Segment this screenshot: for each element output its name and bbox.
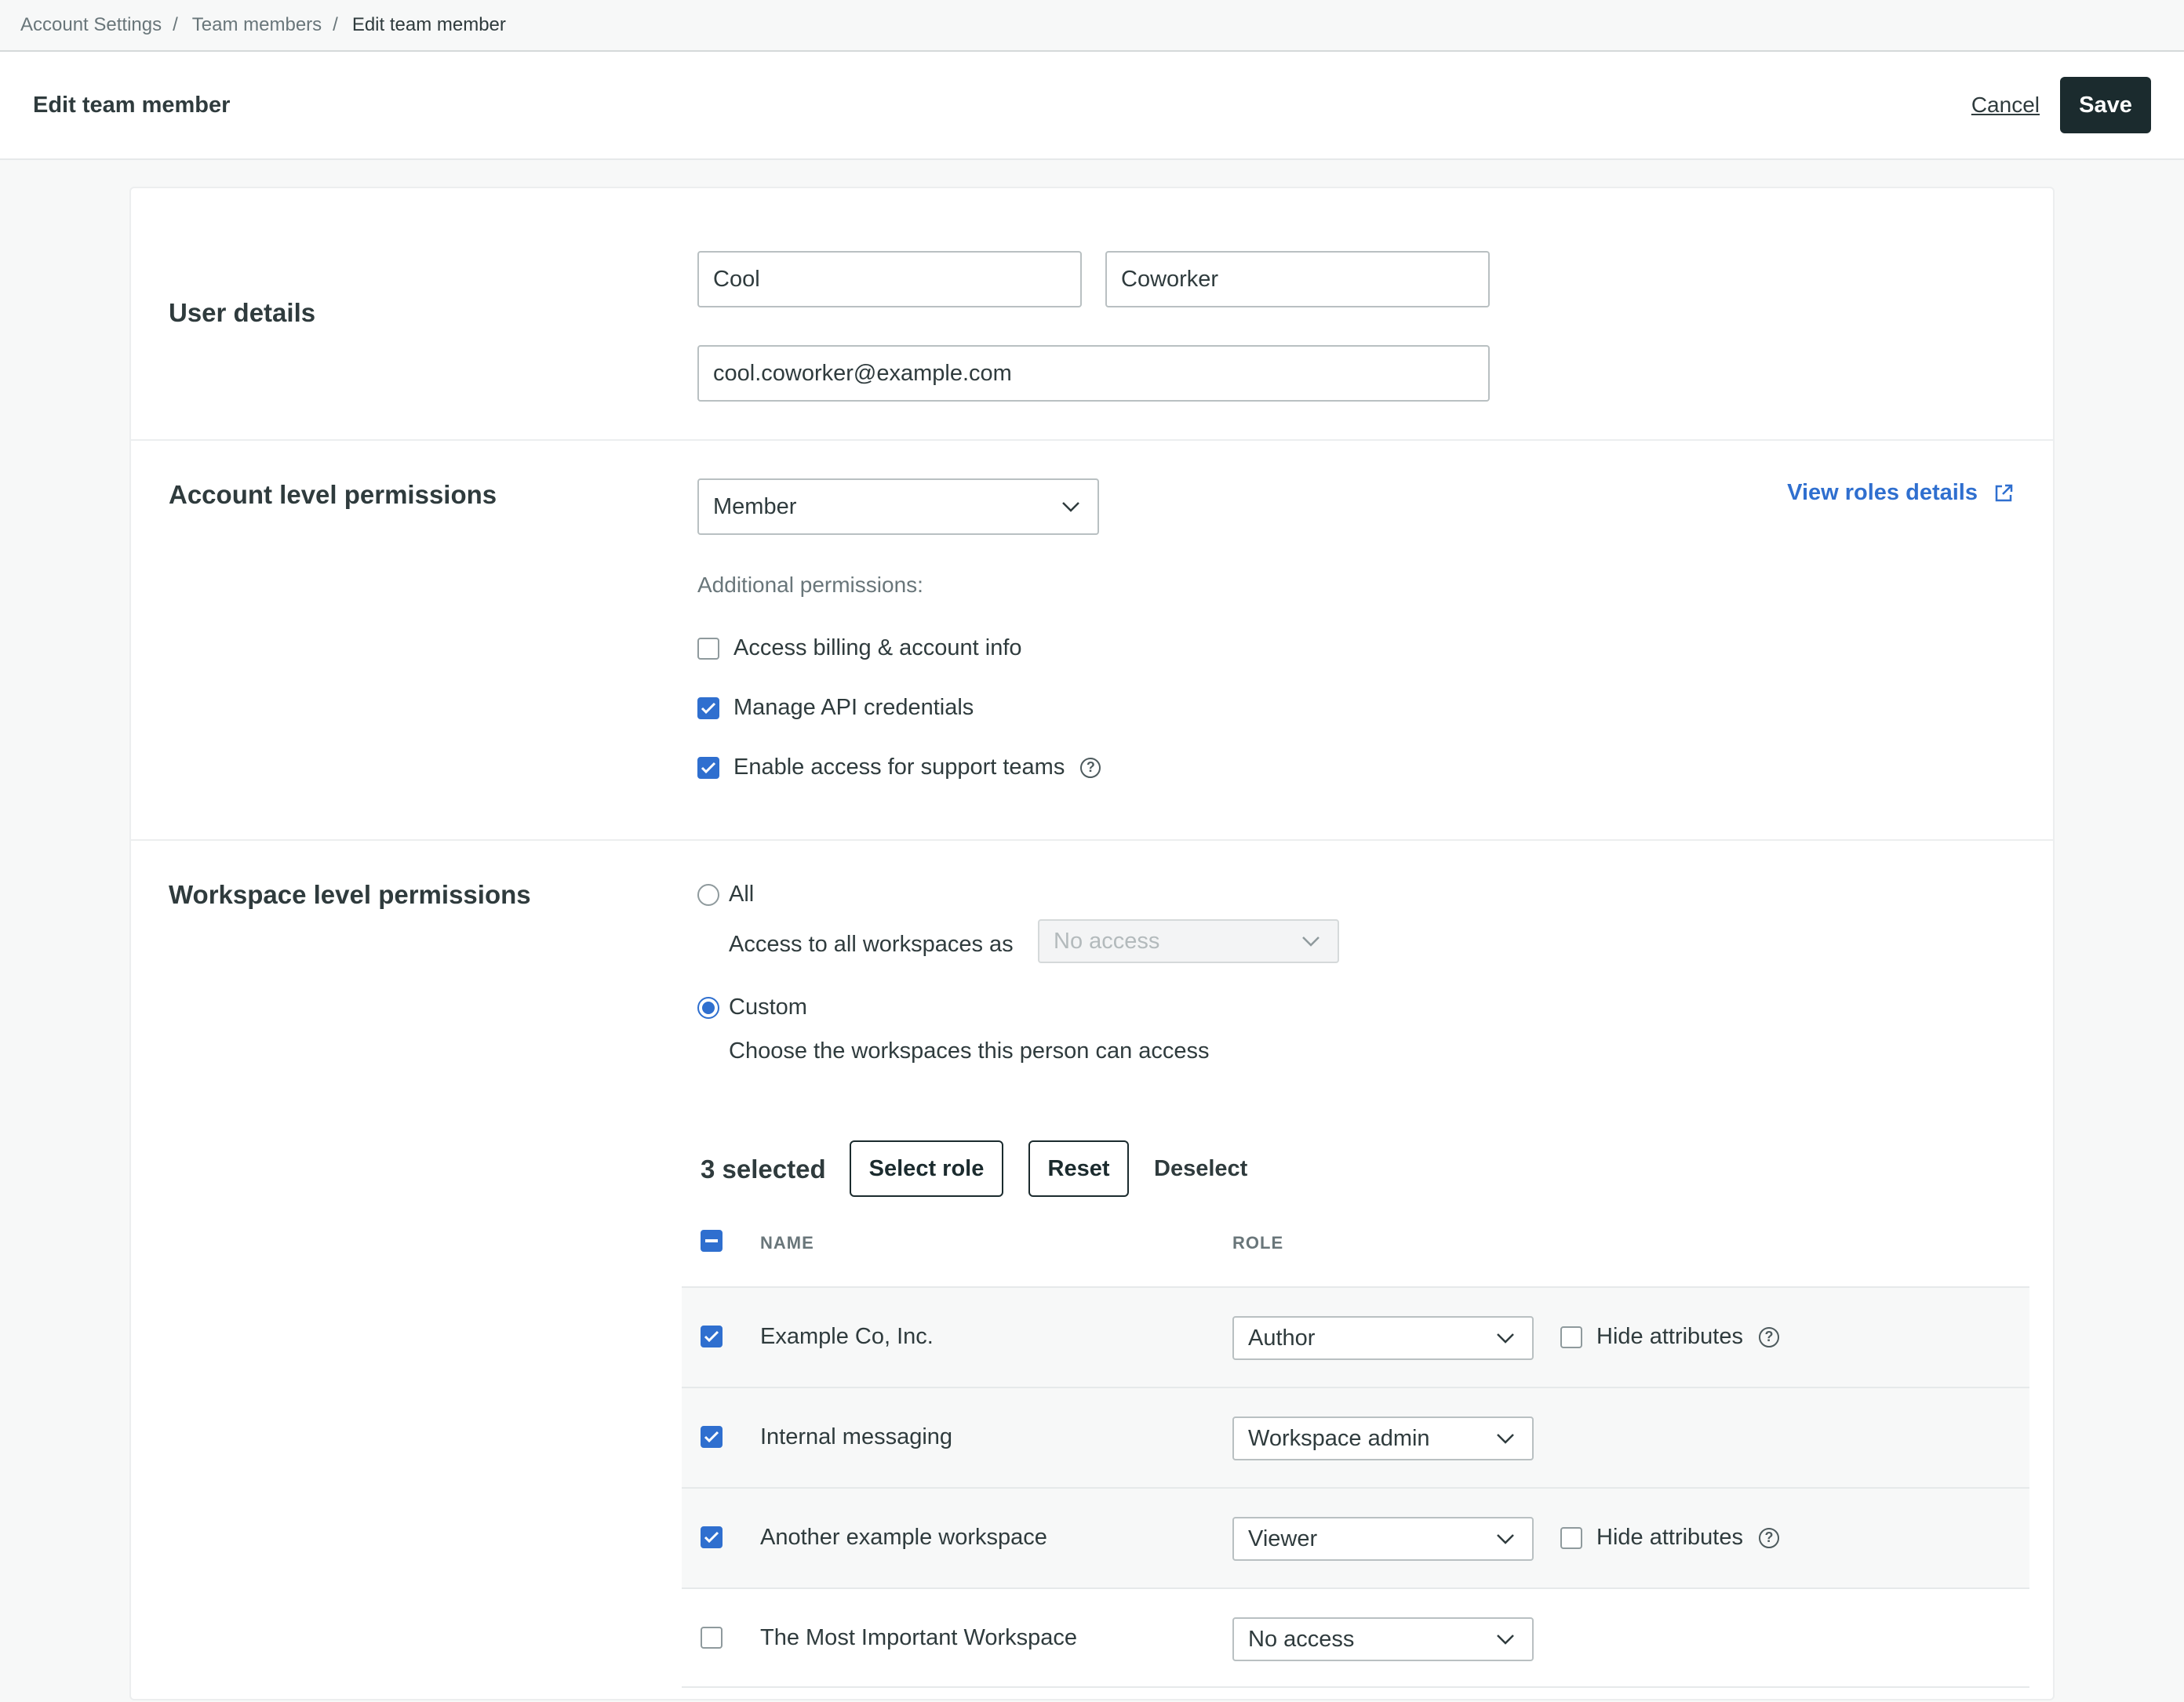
custom-desc-row: Choose the workspaces this person can ac… [729,1038,1210,1064]
workspace-name: The Most Important Workspace [760,1625,1078,1650]
workspace-role-select[interactable]: Viewer [1232,1517,1534,1561]
help-icon[interactable]: ? [1759,1326,1779,1347]
deselect-button[interactable]: Deselect [1154,1156,1247,1182]
api-label: Manage API credentials [733,695,974,720]
radio-custom[interactable]: Custom [697,995,807,1020]
permission-support[interactable]: Enable access for support teams ? [697,755,1101,780]
help-icon[interactable]: ? [1080,757,1101,778]
check-icon [704,1431,719,1443]
column-header-name[interactable]: NAME [760,1233,814,1253]
all-radio[interactable] [697,883,719,906]
radio-all[interactable]: All [697,882,754,907]
workspace-role-select[interactable]: No access [1232,1617,1534,1661]
all-access-value: No access [1054,928,1160,954]
check-icon [704,1330,719,1343]
workspace-role-value: No access [1248,1626,1355,1652]
account-permissions-section: Account level permissions Member View ro… [131,441,2053,841]
minus-icon [705,1239,718,1242]
user-details-label: User details [169,298,316,327]
cancel-button[interactable]: Cancel [1971,93,2040,118]
workspace-name: Another example workspace [760,1525,1047,1550]
account-permissions-label: Account level permissions [169,480,497,509]
hide-attributes-checkbox[interactable] [1560,1326,1582,1348]
chevron-down-icon [1497,1635,1514,1645]
table-row: Another example workspace Viewer Hide at… [682,1487,2029,1587]
chevron-down-icon [1062,502,1079,512]
selected-count: 3 selected [701,1155,826,1184]
reset-button[interactable]: Reset [1028,1140,1129,1197]
workspace-role-select[interactable]: Workspace admin [1232,1417,1534,1460]
additional-permissions-label: Additional permissions: [697,573,923,597]
account-role-value: Member [713,493,797,519]
hide-attributes-label: Hide attributes [1596,1324,1743,1349]
all-access-label: Access to all workspaces as [729,932,1014,957]
workspace-name: Internal messaging [760,1424,953,1449]
page-title: Edit team member [33,92,231,118]
workspace-role-value: Workspace admin [1248,1425,1430,1451]
custom-radio[interactable] [697,996,719,1019]
breadcrumb-account-settings[interactable]: Account Settings [20,14,162,36]
user-details-section: User details Cool Coworker cool.coworker… [131,188,2053,441]
hide-attributes-toggle[interactable]: Hide attributes ? [1560,1324,1779,1350]
last-name-field[interactable]: Coworker [1105,251,1490,307]
table-row: The Most Important Workspace No access [682,1587,2029,1688]
check-icon [701,702,716,714]
breadcrumb-current: Edit team member [351,14,506,35]
billing-label: Access billing & account info [733,635,1022,660]
permission-billing[interactable]: Access billing & account info [697,635,1022,661]
view-roles-link[interactable]: View roles details [1787,480,2014,506]
all-access-row: Access to all workspaces as [729,932,1014,958]
header-actions: Cancel Save [1971,77,2151,133]
hide-attributes-checkbox[interactable] [1560,1526,1582,1549]
email-field[interactable]: cool.coworker@example.com [697,345,1490,402]
billing-checkbox[interactable] [697,637,719,660]
page-header: Edit team member Cancel Save [0,52,2184,160]
support-label: Enable access for support teams [733,755,1065,780]
breadcrumb-separator: / [333,14,338,35]
table-row: Example Co, Inc. Author Hide attributes … [682,1286,2029,1387]
breadcrumb-team-members[interactable]: Team members [192,14,322,36]
table-row: Internal messaging Workspace admin [682,1387,2029,1487]
row-checkbox[interactable] [701,1526,723,1548]
chevron-down-icon [1302,936,1320,947]
workspace-role-value: Author [1248,1325,1316,1351]
workspace-permissions-section: Workspace level permissions All Access t… [131,841,2053,1702]
check-icon [704,1531,719,1544]
hide-attributes-label: Hide attributes [1596,1525,1743,1550]
chevron-down-icon [1497,1434,1514,1444]
breadcrumb: Account Settings / Team members / Edit t… [0,0,2184,52]
edit-member-card: User details Cool Coworker cool.coworker… [129,187,2055,1700]
custom-desc: Choose the workspaces this person can ac… [729,1038,1210,1064]
hide-attributes-toggle[interactable]: Hide attributes ? [1560,1525,1779,1551]
support-checkbox[interactable] [697,756,719,779]
api-checkbox[interactable] [697,696,719,719]
save-button[interactable]: Save [2060,77,2151,133]
view-roles-label: View roles details [1787,480,1978,505]
first-name-field[interactable]: Cool [697,251,1082,307]
workspace-permissions-label: Workspace level permissions [169,880,531,909]
help-icon[interactable]: ? [1759,1527,1779,1548]
workspace-name: Example Co, Inc. [760,1324,934,1349]
workspace-role-value: Viewer [1248,1526,1318,1551]
check-icon [701,762,716,773]
select-role-button[interactable]: Select role [850,1140,1003,1197]
select-all-checkbox[interactable] [701,1230,723,1252]
chevron-down-icon [1497,1534,1514,1544]
account-role-select[interactable]: Member [697,478,1099,535]
row-checkbox[interactable] [701,1326,723,1347]
chevron-down-icon [1497,1333,1514,1344]
row-checkbox[interactable] [701,1426,723,1448]
row-checkbox[interactable] [701,1627,723,1649]
all-label: All [729,882,755,907]
external-link-icon [1995,484,2013,501]
custom-label: Custom [729,995,807,1020]
breadcrumb-separator: / [173,14,178,35]
column-header-role[interactable]: ROLE [1232,1233,1283,1253]
workspace-role-select[interactable]: Author [1232,1316,1534,1360]
permission-api[interactable]: Manage API credentials [697,695,974,721]
all-access-select: No access [1038,919,1339,963]
